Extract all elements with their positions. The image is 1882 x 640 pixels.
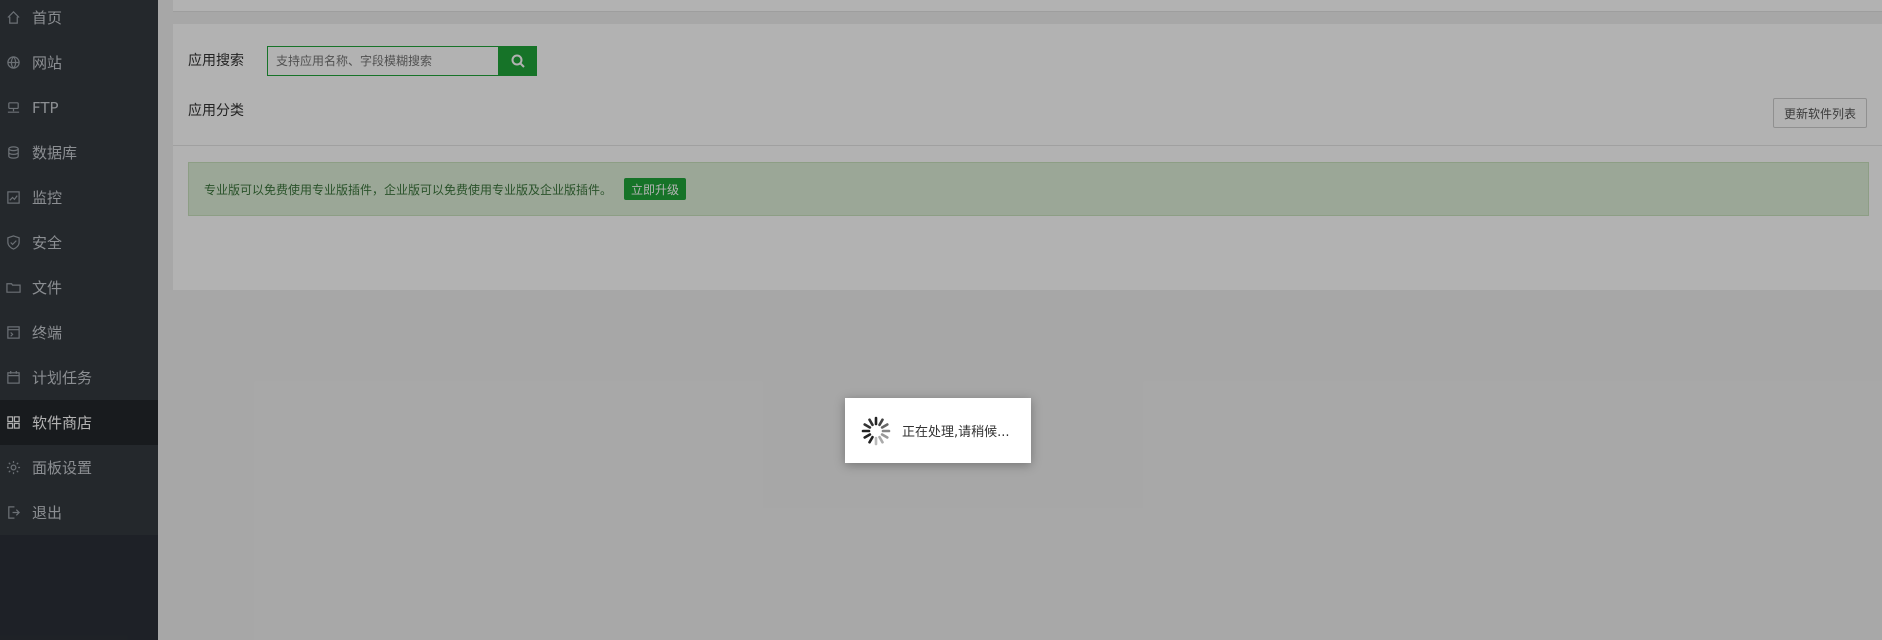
loading-spinner-icon bbox=[861, 416, 891, 445]
loading-text: 正在处理,请稍候... bbox=[902, 425, 1010, 440]
modal-overlay bbox=[0, 0, 1882, 640]
loading-dialog: 正在处理,请稍候... bbox=[845, 398, 1031, 463]
